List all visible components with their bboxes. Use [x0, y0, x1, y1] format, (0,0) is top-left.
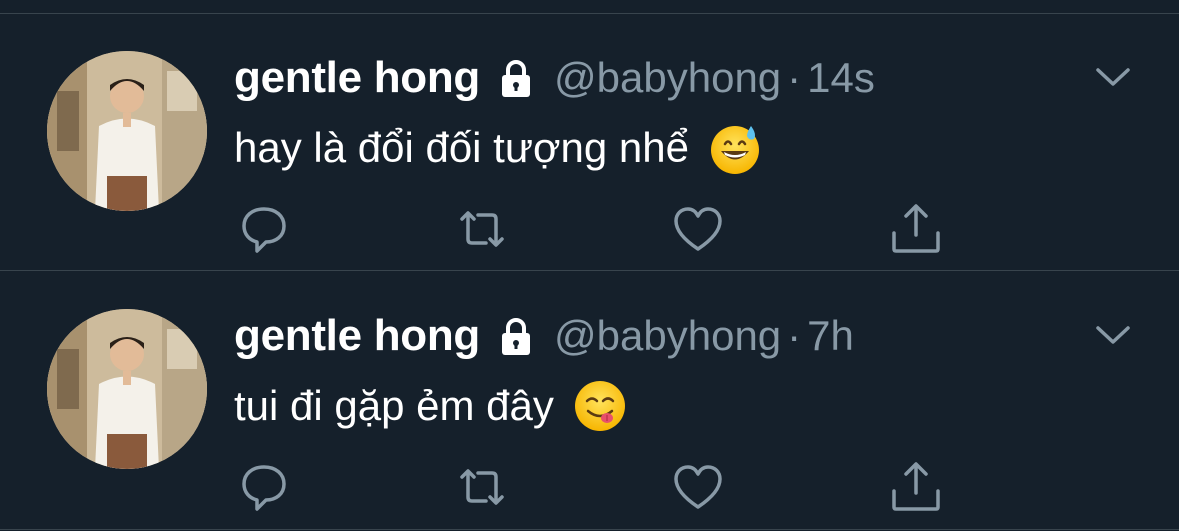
divider — [0, 270, 1179, 271]
tweet-header: gentle hong @babyhong · 7h — [234, 306, 854, 366]
separator-dot: · — [787, 312, 802, 359]
lock-icon — [494, 56, 538, 100]
tweet-actions — [0, 457, 1179, 517]
reply-icon[interactable] — [234, 457, 294, 517]
author-name[interactable]: gentle hong — [234, 53, 480, 103]
tweet-text-container: hay là đổi đối tượng nhể — [234, 120, 763, 176]
tweet-text-container: tui đi gặp ẻm đây — [234, 378, 628, 434]
tweet-header: gentle hong @babyhong · 14s — [234, 48, 875, 108]
author-handle[interactable]: @babyhong — [554, 54, 781, 102]
timestamp[interactable]: 7h — [807, 312, 854, 360]
separator-dot: · — [787, 54, 802, 101]
like-heart-icon[interactable] — [668, 199, 728, 259]
timestamp[interactable]: 14s — [807, 54, 875, 102]
tweet-text: tui đi gặp ẻm đây — [234, 382, 554, 429]
tweet[interactable]: gentle hong @babyhong · 7h tui đi gặp ẻm… — [0, 272, 1179, 528]
retweet-icon[interactable] — [452, 199, 512, 259]
author-handle[interactable]: @babyhong — [554, 312, 781, 360]
share-icon[interactable] — [886, 199, 946, 259]
grinning-face-with-sweat-icon — [707, 120, 763, 176]
face-savoring-food-icon — [572, 378, 628, 434]
tweet-text: hay là đổi đối tượng nhể — [234, 124, 689, 171]
divider — [0, 529, 1179, 530]
tweet[interactable]: gentle hong @babyhong · 14s hay là đổi đ… — [0, 14, 1179, 270]
like-heart-icon[interactable] — [668, 457, 728, 517]
share-icon[interactable] — [886, 457, 946, 517]
avatar[interactable] — [47, 51, 207, 211]
chevron-down-icon[interactable] — [1093, 62, 1133, 92]
avatar[interactable] — [47, 309, 207, 469]
author-name[interactable]: gentle hong — [234, 311, 480, 361]
timeline: gentle hong @babyhong · 14s hay là đổi đ… — [0, 0, 1179, 531]
reply-icon[interactable] — [234, 199, 294, 259]
lock-icon — [494, 314, 538, 358]
retweet-icon[interactable] — [452, 457, 512, 517]
chevron-down-icon[interactable] — [1093, 320, 1133, 350]
tweet-actions — [0, 199, 1179, 259]
